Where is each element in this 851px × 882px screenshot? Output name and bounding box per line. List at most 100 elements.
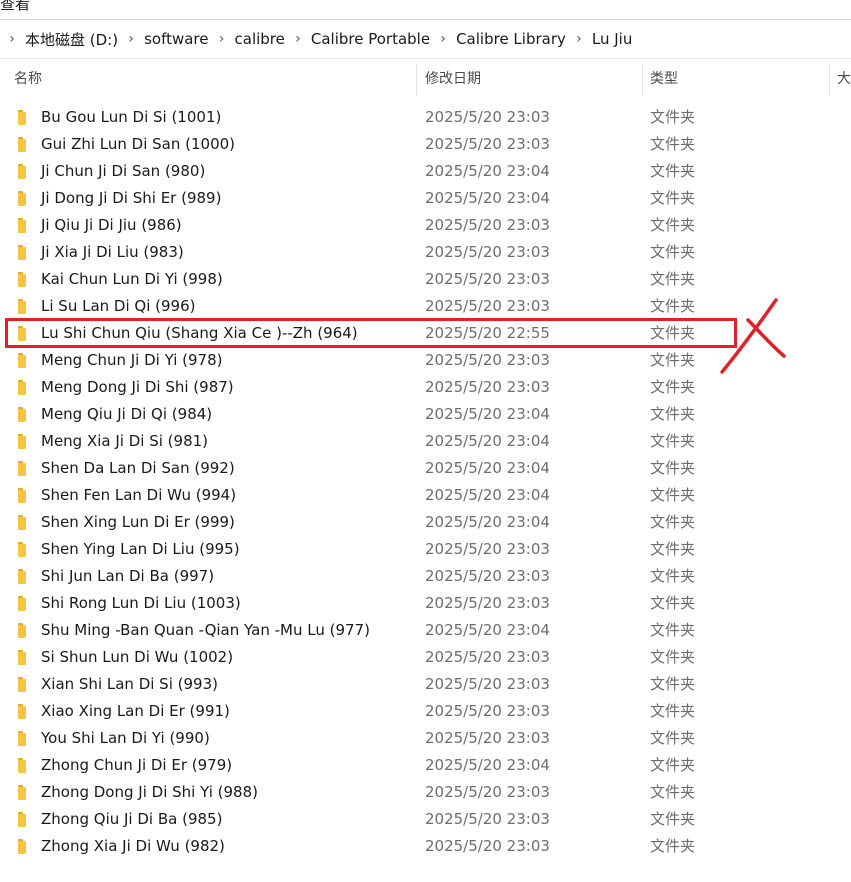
breadcrumb-item-drive[interactable]: 本地磁盘 (D:) bbox=[20, 29, 123, 50]
folder-icon bbox=[18, 164, 32, 179]
file-row[interactable]: Meng Xia Ji Di Si (981) 2025/5/20 23:04 文件… bbox=[0, 428, 851, 455]
file-name[interactable]: Zhong Qiu Ji Di Ba (985) bbox=[41, 806, 222, 833]
file-name[interactable]: Shi Rong Lun Di Liu (1003) bbox=[41, 590, 241, 617]
breadcrumb: › 本地磁盘 (D:) › software › calibre › Calib… bbox=[0, 29, 637, 50]
file-name[interactable]: Ji Dong Ji Di Shi Er (989) bbox=[41, 185, 221, 212]
breadcrumb-item-calibre-library[interactable]: Calibre Library bbox=[451, 30, 571, 48]
file-name[interactable]: Xiao Xing Lan Di Er (991) bbox=[41, 698, 230, 725]
file-row[interactable]: Shen Ying Lan Di Liu (995) 2025/5/20 23:0… bbox=[0, 536, 851, 563]
file-row[interactable]: Meng Dong Ji Di Shi (987) 2025/5/20 23:03… bbox=[0, 374, 851, 401]
folder-icon bbox=[18, 353, 32, 368]
folder-icon bbox=[18, 461, 32, 476]
file-modified-date: 2025/5/20 23:04 bbox=[425, 756, 550, 774]
file-name[interactable]: Shi Jun Lan Di Ba (997) bbox=[41, 563, 214, 590]
file-row[interactable]: Ji Qiu Ji Di Jiu (986) 2025/5/20 23:03 文件夹 bbox=[0, 212, 851, 239]
file-row[interactable]: Zhong Dong Ji Di Shi Yi (988) 2025/5/20 2… bbox=[0, 779, 851, 806]
file-row[interactable]: Gui Zhi Lun Di San (1000) 2025/5/20 23:03… bbox=[0, 131, 851, 158]
folder-icon bbox=[18, 650, 32, 665]
file-name[interactable]: Shu Ming -Ban Quan -Qian Yan -Mu Lu (977… bbox=[41, 617, 370, 644]
file-row[interactable]: Xiao Xing Lan Di Er (991) 2025/5/20 23:03… bbox=[0, 698, 851, 725]
file-modified-date: 2025/5/20 23:03 bbox=[425, 702, 550, 720]
folder-icon bbox=[18, 731, 32, 746]
view-menu-label[interactable]: 查看 bbox=[0, 0, 30, 14]
file-name[interactable]: Meng Chun Ji Di Yi (978) bbox=[41, 347, 222, 374]
file-name[interactable]: Shen Ying Lan Di Liu (995) bbox=[41, 536, 240, 563]
file-modified-date: 2025/5/20 23:03 bbox=[425, 135, 550, 153]
file-name[interactable]: Meng Xia Ji Di Si (981) bbox=[41, 428, 208, 455]
file-row[interactable]: Bu Gou Lun Di Si (1001) 2025/5/20 23:03 文件… bbox=[0, 104, 851, 131]
file-row[interactable]: Shen Da Lan Di San (992) 2025/5/20 23:04 文… bbox=[0, 455, 851, 482]
column-header-size[interactable]: 大 bbox=[837, 60, 851, 96]
file-type: 文件夹 bbox=[650, 702, 696, 720]
file-name[interactable]: Ji Xia Ji Di Liu (983) bbox=[41, 239, 184, 266]
file-row[interactable]: Zhong Qiu Ji Di Ba (985) 2025/5/20 23:03 文… bbox=[0, 806, 851, 833]
column-divider[interactable] bbox=[829, 64, 830, 96]
file-name[interactable]: Shen Da Lan Di San (992) bbox=[41, 455, 235, 482]
breadcrumb-item-lu-jiu[interactable]: Lu Jiu bbox=[587, 30, 637, 48]
breadcrumb-item-software[interactable]: software bbox=[139, 30, 213, 48]
file-name[interactable]: Ji Chun Ji Di San (980) bbox=[41, 158, 205, 185]
file-modified-date: 2025/5/20 23:03 bbox=[425, 675, 550, 693]
address-bar[interactable]: › 本地磁盘 (D:) › software › calibre › Calib… bbox=[0, 19, 851, 59]
column-header-type[interactable]: 类型 bbox=[650, 60, 678, 96]
chevron-right-icon[interactable]: › bbox=[123, 31, 139, 47]
file-type: 文件夹 bbox=[650, 648, 696, 666]
file-row[interactable]: You Shi Lan Di Yi (990) 2025/5/20 23:03 文件… bbox=[0, 725, 851, 752]
file-type: 文件夹 bbox=[650, 540, 696, 558]
file-name[interactable]: Lu Shi Chun Qiu (Shang Xia Ce )--Zh (964… bbox=[41, 320, 358, 347]
breadcrumb-item-calibre-portable[interactable]: Calibre Portable bbox=[306, 30, 435, 48]
file-name[interactable]: You Shi Lan Di Yi (990) bbox=[41, 725, 210, 752]
file-name[interactable]: Gui Zhi Lun Di San (1000) bbox=[41, 131, 235, 158]
file-row[interactable]: Lu Shi Chun Qiu (Shang Xia Ce )--Zh (964… bbox=[0, 320, 851, 347]
file-modified-date: 2025/5/20 23:03 bbox=[425, 216, 550, 234]
file-name[interactable]: Xian Shi Lan Di Si (993) bbox=[41, 671, 218, 698]
chevron-right-icon[interactable]: › bbox=[214, 31, 230, 47]
file-type: 文件夹 bbox=[650, 297, 696, 315]
file-name[interactable]: Bu Gou Lun Di Si (1001) bbox=[41, 104, 221, 131]
folder-icon bbox=[18, 812, 32, 827]
file-row[interactable]: Zhong Xia Ji Di Wu (982) 2025/5/20 23:03 文… bbox=[0, 833, 851, 860]
file-name[interactable]: Zhong Xia Ji Di Wu (982) bbox=[41, 833, 225, 860]
file-row[interactable]: Xian Shi Lan Di Si (993) 2025/5/20 23:03 文… bbox=[0, 671, 851, 698]
file-row[interactable]: Zhong Chun Ji Di Er (979) 2025/5/20 23:04… bbox=[0, 752, 851, 779]
file-row[interactable]: Shu Ming -Ban Quan -Qian Yan -Mu Lu (977… bbox=[0, 617, 851, 644]
file-name[interactable]: Meng Qiu Ji Di Qi (984) bbox=[41, 401, 212, 428]
breadcrumb-item-calibre[interactable]: calibre bbox=[230, 30, 290, 48]
file-row[interactable]: Shi Rong Lun Di Liu (1003) 2025/5/20 23:0… bbox=[0, 590, 851, 617]
file-name[interactable]: Kai Chun Lun Di Yi (998) bbox=[41, 266, 223, 293]
file-modified-date: 2025/5/20 23:04 bbox=[425, 432, 550, 450]
chevron-right-icon[interactable]: › bbox=[571, 31, 587, 47]
file-row[interactable]: Si Shun Lun Di Wu (1002) 2025/5/20 23:03 文… bbox=[0, 644, 851, 671]
file-modified-date: 2025/5/20 23:04 bbox=[425, 486, 550, 504]
column-divider[interactable] bbox=[416, 64, 417, 96]
column-header-name[interactable]: 名称 bbox=[14, 60, 42, 96]
file-row[interactable]: Kai Chun Lun Di Yi (998) 2025/5/20 23:03 文… bbox=[0, 266, 851, 293]
file-name[interactable]: Zhong Dong Ji Di Shi Yi (988) bbox=[41, 779, 258, 806]
file-modified-date: 2025/5/20 23:03 bbox=[425, 648, 550, 666]
file-type: 文件夹 bbox=[650, 783, 696, 801]
file-row[interactable]: Meng Chun Ji Di Yi (978) 2025/5/20 23:03 文… bbox=[0, 347, 851, 374]
file-row[interactable]: Shi Jun Lan Di Ba (997) 2025/5/20 23:03 文件… bbox=[0, 563, 851, 590]
file-modified-date: 2025/5/20 23:03 bbox=[425, 297, 550, 315]
file-modified-date: 2025/5/20 23:03 bbox=[425, 270, 550, 288]
file-name[interactable]: Meng Dong Ji Di Shi (987) bbox=[41, 374, 234, 401]
chevron-right-icon[interactable]: › bbox=[435, 31, 451, 47]
file-row[interactable]: Shen Fen Lan Di Wu (994) 2025/5/20 23:04 文… bbox=[0, 482, 851, 509]
file-name[interactable]: Li Su Lan Di Qi (996) bbox=[41, 293, 195, 320]
file-row[interactable]: Meng Qiu Ji Di Qi (984) 2025/5/20 23:04 文件… bbox=[0, 401, 851, 428]
file-row[interactable]: Ji Xia Ji Di Liu (983) 2025/5/20 23:03 文件夹 bbox=[0, 239, 851, 266]
file-name[interactable]: Shen Fen Lan Di Wu (994) bbox=[41, 482, 236, 509]
file-modified-date: 2025/5/20 23:03 bbox=[425, 378, 550, 396]
file-name[interactable]: Si Shun Lun Di Wu (1002) bbox=[41, 644, 233, 671]
chevron-right-icon[interactable]: › bbox=[290, 31, 306, 47]
file-name[interactable]: Zhong Chun Ji Di Er (979) bbox=[41, 752, 232, 779]
file-name[interactable]: Ji Qiu Ji Di Jiu (986) bbox=[41, 212, 182, 239]
column-header-date[interactable]: 修改日期 bbox=[425, 60, 481, 96]
file-row[interactable]: Ji Chun Ji Di San (980) 2025/5/20 23:04 文件… bbox=[0, 158, 851, 185]
file-row[interactable]: Ji Dong Ji Di Shi Er (989) 2025/5/20 23:0… bbox=[0, 185, 851, 212]
file-name[interactable]: Shen Xing Lun Di Er (999) bbox=[41, 509, 235, 536]
file-row[interactable]: Shen Xing Lun Di Er (999) 2025/5/20 23:04… bbox=[0, 509, 851, 536]
folder-icon bbox=[18, 137, 32, 152]
file-row[interactable]: Li Su Lan Di Qi (996) 2025/5/20 23:03 文件夹 bbox=[0, 293, 851, 320]
column-divider[interactable] bbox=[642, 64, 643, 96]
